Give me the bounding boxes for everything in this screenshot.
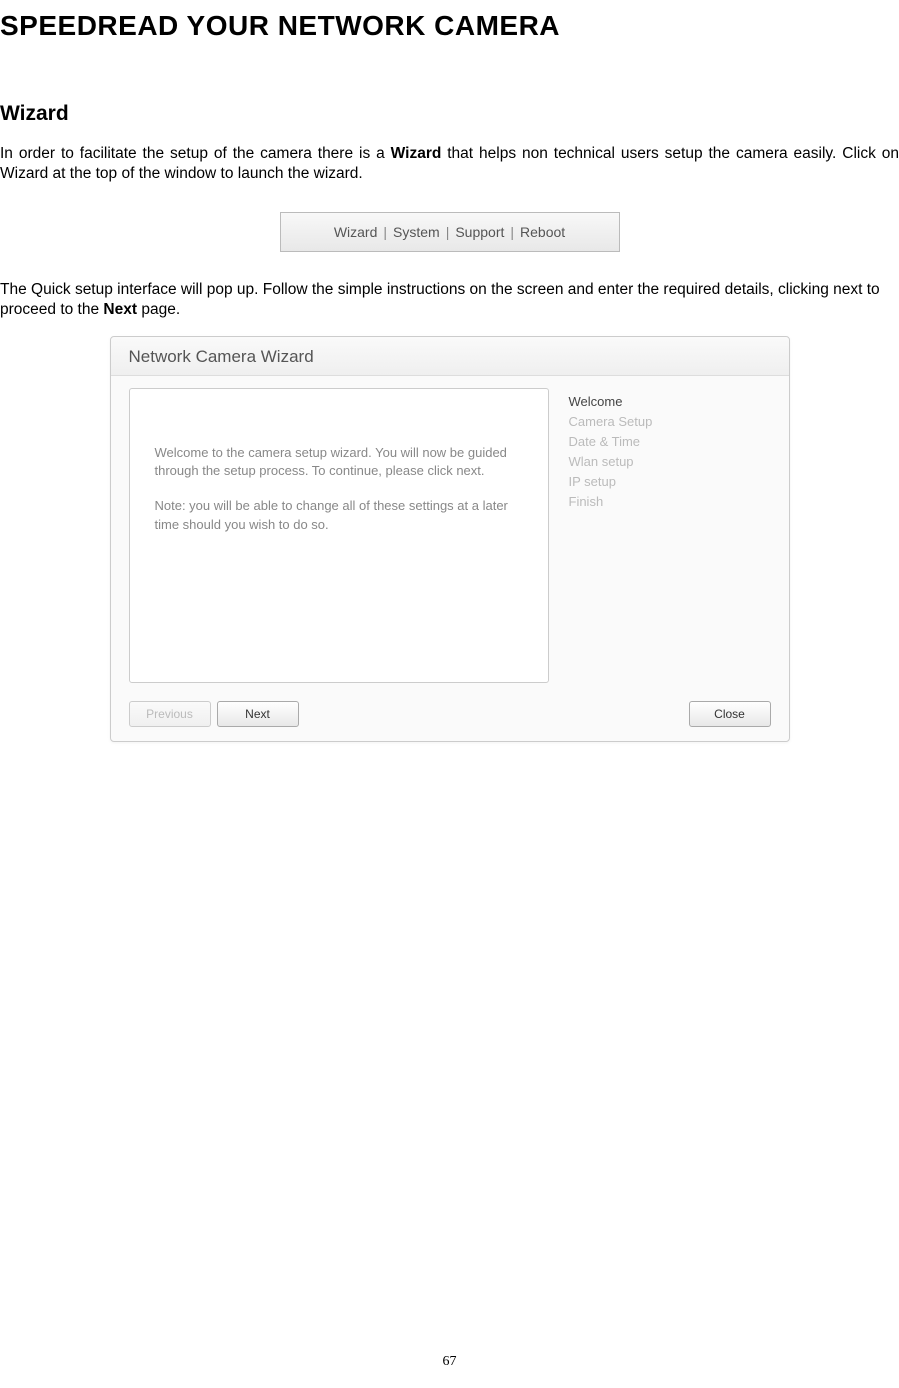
- wizard-note-text: Note: you will be able to change all of …: [155, 497, 523, 535]
- wizard-title: Network Camera Wizard: [111, 337, 789, 376]
- wizard-footer-left: Previous Next: [129, 701, 299, 727]
- wizard-dialog: Network Camera Wizard Welcome to the cam…: [110, 336, 790, 742]
- toolbar-item-support: Support: [455, 224, 504, 240]
- intro-paragraph-2: The Quick setup interface will pop up. F…: [0, 280, 899, 320]
- wizard-step-welcome: Welcome: [569, 392, 653, 412]
- previous-button: Previous: [129, 701, 211, 727]
- intro-text-a: In order to facilitate the setup of the …: [0, 145, 391, 162]
- wizard-step-wlan: Wlan setup: [569, 452, 653, 472]
- toolbar-item-system: System: [393, 224, 440, 240]
- wizard-body: Welcome to the camera setup wizard. You …: [111, 376, 789, 695]
- intro-wizard-bold: Wizard: [391, 145, 442, 162]
- wizard-step-camera-setup: Camera Setup: [569, 412, 653, 432]
- wizard-footer: Previous Next Close: [111, 695, 789, 741]
- toolbar-screenshot: Wizard | System | Support | Reboot: [280, 212, 620, 252]
- toolbar-item-wizard: Wizard: [334, 224, 378, 240]
- paragraph2-next-bold: Next: [103, 301, 137, 318]
- close-button[interactable]: Close: [689, 701, 771, 727]
- page-number: 67: [0, 1354, 899, 1370]
- intro-paragraph-1: In order to facilitate the setup of the …: [0, 144, 899, 184]
- wizard-steps-list: Welcome Camera Setup Date & Time Wlan se…: [549, 376, 673, 695]
- toolbar-divider: |: [383, 224, 387, 240]
- wizard-step-ip: IP setup: [569, 472, 653, 492]
- section-heading-wizard: Wizard: [0, 102, 899, 126]
- wizard-content-panel: Welcome to the camera setup wizard. You …: [129, 388, 549, 683]
- wizard-welcome-text: Welcome to the camera setup wizard. You …: [155, 444, 523, 482]
- page-title: SPEEDREAD YOUR NETWORK CAMERA: [0, 0, 899, 42]
- paragraph2-text-b: page.: [137, 301, 180, 318]
- toolbar-divider: |: [510, 224, 514, 240]
- next-button[interactable]: Next: [217, 701, 299, 727]
- toolbar-divider: |: [446, 224, 450, 240]
- wizard-step-date-time: Date & Time: [569, 432, 653, 452]
- toolbar-item-reboot: Reboot: [520, 224, 565, 240]
- wizard-step-finish: Finish: [569, 492, 653, 512]
